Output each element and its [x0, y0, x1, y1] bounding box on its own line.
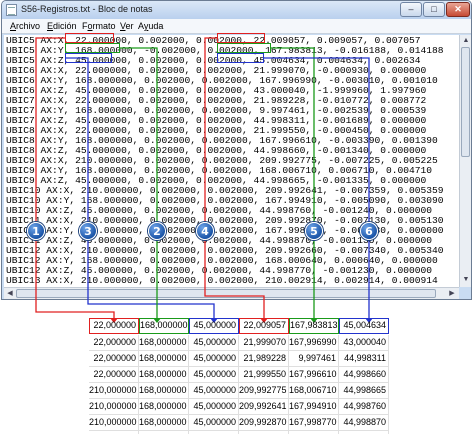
result-cell: 21,999550	[239, 367, 289, 383]
scroll-down-icon[interactable]: ▼	[461, 275, 471, 285]
marker-5: 5	[305, 222, 323, 240]
marker-3: 3	[79, 222, 97, 240]
result-row: 22,000000 168,000000 45,000000 21,989228 9,9…	[89, 351, 389, 367]
result-cell: 45,000000	[189, 383, 239, 399]
result-cell: 45,000000	[189, 399, 239, 415]
horizontal-scroll-thumb[interactable]	[16, 289, 436, 298]
result-cell: 21,989228	[239, 351, 289, 367]
scroll-up-icon[interactable]: ▲	[461, 36, 471, 46]
result-cell: 167,994910	[289, 399, 339, 415]
result-cell: 44,998665	[339, 383, 389, 399]
vertical-scrollbar[interactable]: ▲ ▼	[459, 35, 471, 287]
notepad-window: S56-Registros.txt - Bloc de notas – □ ✕ …	[1, 0, 472, 300]
horizontal-scrollbar[interactable]: ◀ ▶	[4, 287, 459, 299]
result-cell: 168,006710	[289, 383, 339, 399]
minimize-button[interactable]: –	[400, 2, 422, 17]
result-cell: 44,998760	[339, 399, 389, 415]
result-cell: 44,998660	[339, 367, 389, 383]
menu-ayuda[interactable]: Ayuda	[138, 21, 163, 31]
result-cell: 167,998770	[289, 415, 339, 431]
marker-4: 4	[196, 222, 214, 240]
marker-2: 2	[148, 222, 166, 240]
result-cell: 210,000000	[89, 399, 139, 415]
result-header-row: 22,000000 168,000000 45,000000 22,009057 167…	[89, 318, 389, 334]
menu-bar: Archivo Edición Formato Ver Ayuda	[2, 19, 471, 34]
result-cell: 168,000000	[139, 383, 189, 399]
scroll-left-icon[interactable]: ◀	[5, 289, 15, 299]
result-cell: 210,000000	[89, 415, 139, 431]
result-row: 22,000000 168,000000 45,000000 21,999550 167…	[89, 367, 389, 383]
title-bar[interactable]: S56-Registros.txt - Bloc de notas – □ ✕	[2, 1, 471, 19]
notepad-icon	[6, 4, 17, 16]
result-header-cell: 168,000000	[139, 318, 189, 334]
result-row: 210,000000 168,000000 45,000000 209,992870 1…	[89, 415, 389, 431]
result-cell: 168,000000	[139, 415, 189, 431]
result-cell: 210,000000	[89, 383, 139, 399]
result-cell: 44,998870	[339, 415, 389, 431]
result-cell: 9,997461	[289, 351, 339, 367]
maximize-button[interactable]: □	[423, 2, 445, 17]
menu-ver[interactable]: Ver	[120, 21, 134, 31]
result-cell: 22,000000	[89, 335, 139, 351]
result-cell: 209,992641	[239, 399, 289, 415]
result-cell: 167,996990	[289, 335, 339, 351]
result-cell: 168,000000	[139, 399, 189, 415]
result-cell: 168,000000	[139, 367, 189, 383]
result-cell: 167,996610	[289, 367, 339, 383]
result-header-cell: 167,983813	[289, 318, 339, 334]
result-header-cell: 22,000000	[89, 318, 139, 334]
result-row: 210,000000 168,000000 45,000000 209,992775 1…	[89, 383, 389, 399]
vertical-scroll-thumb[interactable]	[461, 47, 470, 157]
result-row: 22,000000 168,000000 45,000000 21,999070 167…	[89, 335, 389, 351]
result-cell: 21,999070	[239, 335, 289, 351]
marker-1: 1	[27, 222, 45, 240]
menu-formato[interactable]: Formato	[82, 21, 116, 31]
window-title: S56-Registros.txt - Bloc de notas	[21, 4, 153, 14]
result-cell: 45,000000	[189, 367, 239, 383]
result-cell: 45,000000	[189, 351, 239, 367]
result-row: 210,000000 168,000000 45,000000 209,992641 1…	[89, 399, 389, 415]
result-header-cell: 45,000000	[189, 318, 239, 334]
result-cell: 45,000000	[189, 335, 239, 351]
result-cell: 22,000000	[89, 351, 139, 367]
result-cell: 22,000000	[89, 367, 139, 383]
result-cell: 168,000000	[139, 335, 189, 351]
result-cell: 44,998311	[339, 351, 389, 367]
marker-6: 6	[360, 222, 378, 240]
scroll-right-icon[interactable]: ▶	[447, 289, 457, 299]
result-cell: 43,000040	[339, 335, 389, 351]
result-header-cell: 45,004634	[339, 318, 389, 334]
result-cell: 168,000000	[139, 351, 189, 367]
result-cell: 209,992775	[239, 383, 289, 399]
text-editor[interactable]: UBIC5 AX:X, 22.000000, 0.002000, 0.00200…	[4, 35, 459, 287]
result-cell: 45,000000	[189, 415, 239, 431]
close-button[interactable]: ✕	[446, 2, 470, 17]
result-cell: 209,992870	[239, 415, 289, 431]
menu-edicion[interactable]: Edición	[47, 21, 77, 31]
result-header-cell: 22,009057	[239, 318, 289, 334]
menu-archivo[interactable]: Archivo	[10, 21, 40, 31]
